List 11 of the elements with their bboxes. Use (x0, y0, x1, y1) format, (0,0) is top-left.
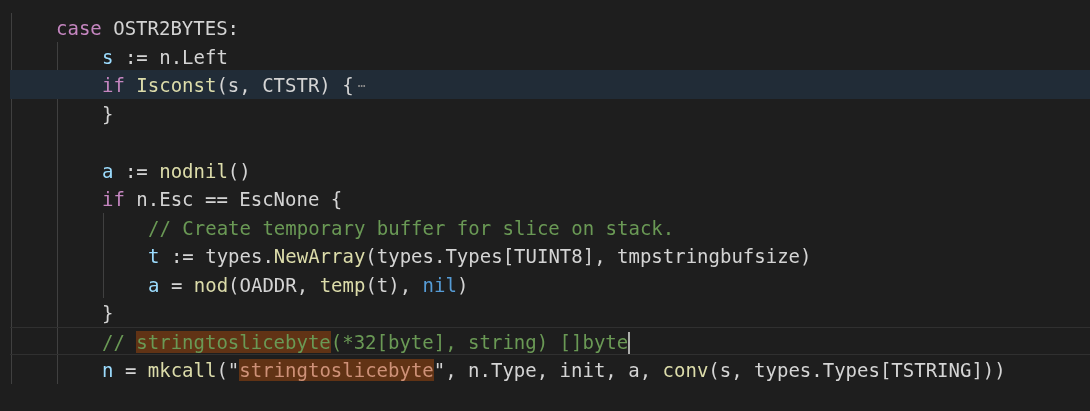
code-line: // stringtoslicebyte(*32[byte], string) []byte (10, 326, 1090, 355)
code-line: if n.Esc == EscNone { (101, 187, 344, 212)
code-line: n = mkcall("stringtoslicebyte", n.Type, init, a, conv(s, types.Types[TSTRING])) (101, 358, 1007, 383)
code-line: case OSTR2BYTES: (55, 16, 241, 41)
code-line: a = nod(OADDR, temp(t), nil) (147, 272, 470, 298)
code-line: } (101, 101, 115, 127)
code-line: s := n.Left (101, 44, 229, 70)
code-line: t := types.NewArray(types.Types[TUINT8], tmpstringbufsize) (147, 244, 813, 269)
code-line: } (101, 301, 115, 326)
code-line: a := nodnil() (101, 158, 252, 184)
code-line: // Create temporary buffer for slice on stack. (147, 215, 676, 241)
